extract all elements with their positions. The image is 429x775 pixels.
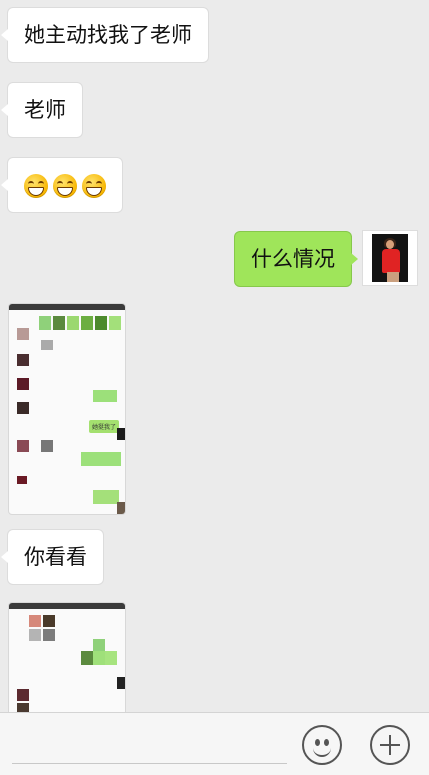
message-bubble[interactable]: 什么情况 (235, 232, 358, 286)
message-bubble[interactable] (1, 158, 122, 212)
image-message-screenshot[interactable]: 她挺我了 (8, 303, 126, 515)
message-bubble[interactable]: 老师 (1, 83, 82, 137)
avatar-photo (372, 234, 408, 282)
message-incoming-emoji[interactable] (1, 158, 122, 212)
message-outgoing[interactable]: 什么情况 (235, 232, 358, 286)
message-incoming[interactable]: 你看看 (1, 530, 103, 584)
message-input[interactable] (12, 763, 287, 764)
message-bubble[interactable]: 她主动找我了老师 (1, 8, 208, 62)
plus-icon[interactable] (370, 725, 410, 765)
smiley-icon[interactable] (302, 725, 342, 765)
grinning-face-icon (24, 174, 48, 198)
image-message-screenshot[interactable] (8, 602, 126, 722)
avatar[interactable] (362, 230, 418, 286)
chat-input-bar (0, 712, 429, 775)
screenshot-text: 她挺我了 (89, 420, 120, 433)
message-incoming[interactable]: 她主动找我了老师 (1, 8, 208, 62)
grinning-face-icon (82, 174, 106, 198)
message-bubble[interactable]: 你看看 (1, 530, 103, 584)
message-incoming[interactable]: 老师 (1, 83, 82, 137)
grinning-face-icon (53, 174, 77, 198)
